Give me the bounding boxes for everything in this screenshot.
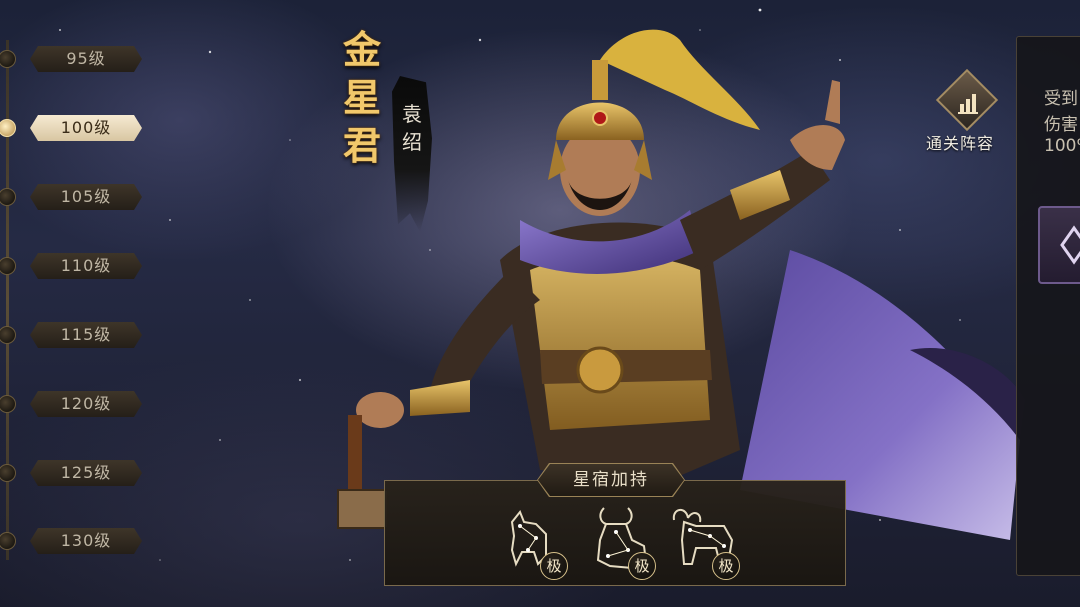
level-node-dot bbox=[0, 257, 16, 275]
level-item[interactable]: 105级 bbox=[0, 184, 150, 210]
level-item[interactable]: 130级 bbox=[0, 528, 150, 554]
panel-text-line: 伤害 bbox=[1044, 115, 1078, 135]
boss-title-char: 君 bbox=[342, 123, 381, 168]
level-node-dot bbox=[0, 188, 16, 206]
panel-text-line: 受到 bbox=[1044, 89, 1078, 109]
level-tab-label[interactable]: 125级 bbox=[30, 460, 142, 486]
general-name-char: 绍 bbox=[402, 130, 422, 154]
clear-lineup-label: 通关阵容 bbox=[925, 134, 994, 153]
level-item[interactable]: 110级 bbox=[0, 253, 150, 279]
skill-diamond-icon bbox=[1060, 225, 1080, 265]
level-node-dot bbox=[0, 326, 16, 344]
panel-text-line: 100% bbox=[1044, 136, 1080, 156]
level-tab-label[interactable]: 110级 bbox=[30, 253, 142, 279]
level-item[interactable]: 120级 bbox=[0, 391, 150, 417]
level-item[interactable]: 125级 bbox=[0, 460, 150, 486]
skill-icon-slot[interactable] bbox=[1038, 206, 1080, 284]
general-name-char: 袁 bbox=[402, 102, 422, 126]
level-tab-label[interactable]: 130级 bbox=[30, 528, 142, 554]
level-node-dot bbox=[0, 395, 16, 413]
level-node-dot-active bbox=[0, 119, 16, 137]
grade-badge: 极 bbox=[628, 552, 656, 580]
level-tab-label[interactable]: 120级 bbox=[30, 391, 142, 417]
level-tab-label[interactable]: 115级 bbox=[30, 322, 142, 348]
constellation-title: 星宿加持 bbox=[573, 470, 649, 490]
level-tab-label[interactable]: 95级 bbox=[30, 46, 142, 72]
zodiac-slot-ox[interactable]: 极 bbox=[584, 500, 664, 580]
boss-title-char: 星 bbox=[342, 75, 381, 120]
boss-title-char: 金 bbox=[342, 27, 381, 72]
grade-badge: 极 bbox=[712, 552, 740, 580]
level-item[interactable]: 115级 bbox=[0, 322, 150, 348]
level-node-dot bbox=[0, 50, 16, 68]
general-name: 袁 绍 bbox=[392, 100, 432, 156]
boss-title: 金 星 君 bbox=[334, 26, 390, 170]
zodiac-slot-goat[interactable]: 极 bbox=[666, 500, 746, 580]
grade-badge: 极 bbox=[540, 552, 568, 580]
level-item[interactable]: 95级 bbox=[0, 46, 150, 72]
clear-lineup-button[interactable]: 通关阵容 bbox=[914, 68, 1006, 156]
level-item[interactable]: 100级 bbox=[0, 115, 150, 141]
bar-chart-icon bbox=[958, 94, 978, 114]
level-node-dot bbox=[0, 464, 16, 482]
level-tab-label-selected[interactable]: 100级 bbox=[30, 115, 142, 141]
level-node-dot bbox=[0, 532, 16, 550]
level-tab-label[interactable]: 105级 bbox=[30, 184, 142, 210]
zodiac-slot-dog[interactable]: 极 bbox=[500, 500, 580, 580]
